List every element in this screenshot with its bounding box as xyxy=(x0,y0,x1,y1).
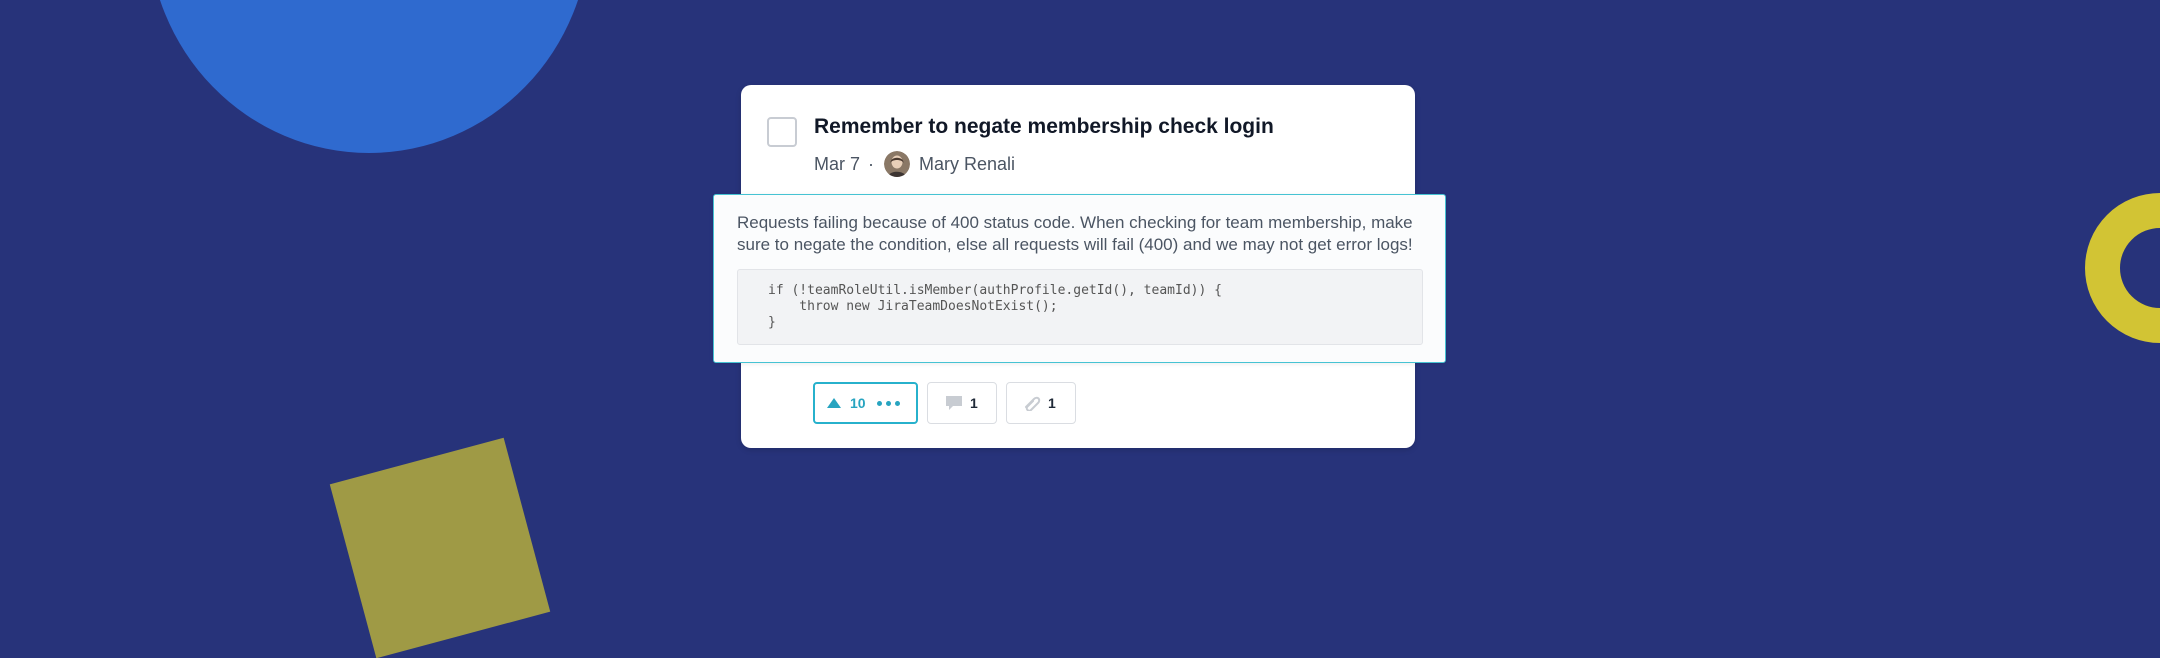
code-line: } xyxy=(768,315,776,330)
background-ring-shape xyxy=(2085,193,2160,343)
upvote-button[interactable]: 10 xyxy=(813,382,918,424)
code-block: if (!teamRoleUtil.isMember(authProfile.g… xyxy=(737,269,1423,345)
task-checkbox[interactable] xyxy=(767,117,797,147)
code-line: if (!teamRoleUtil.isMember(authProfile.g… xyxy=(768,283,1222,298)
attachments-button[interactable]: 1 xyxy=(1006,382,1076,424)
avatar xyxy=(884,151,911,177)
comments-button[interactable]: 1 xyxy=(927,382,997,424)
task-author[interactable]: Mary Renali xyxy=(919,154,1015,175)
background-square-shape xyxy=(329,437,551,658)
task-description: Requests failing because of 400 status c… xyxy=(737,213,1413,254)
background-circle-shape xyxy=(148,0,590,153)
code-line: throw new JiraTeamDoesNotExist(); xyxy=(768,299,1058,314)
paperclip-icon xyxy=(1025,396,1041,411)
attachments-count: 1 xyxy=(1048,395,1056,411)
meta-separator: · xyxy=(868,153,875,174)
task-meta: Mar 7 · Mary Renali xyxy=(814,148,1015,180)
speech-bubble-icon xyxy=(946,396,962,410)
upvote-count: 10 xyxy=(850,395,866,411)
more-dots-icon[interactable] xyxy=(876,400,904,406)
task-description-panel: Requests failing because of 400 status c… xyxy=(713,194,1446,363)
task-title: Remember to negate membership check logi… xyxy=(814,115,1274,138)
task-date: Mar 7 xyxy=(814,153,861,174)
task-actions: 10 1 1 xyxy=(813,382,1085,424)
triangle-up-icon xyxy=(827,398,841,408)
comments-count: 1 xyxy=(970,395,978,411)
